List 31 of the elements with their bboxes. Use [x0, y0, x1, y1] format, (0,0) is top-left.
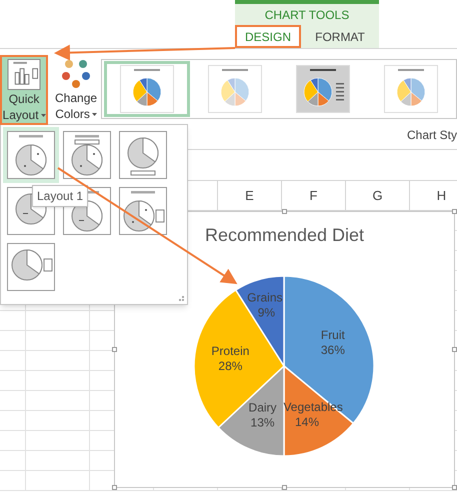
resize-handle[interactable] [452, 347, 457, 352]
column-header[interactable]: E [218, 181, 282, 210]
resize-handle[interactable] [452, 485, 457, 490]
data-label: Grains [247, 290, 282, 304]
resize-handle[interactable] [282, 209, 287, 214]
resize-handle[interactable] [282, 485, 287, 490]
data-label: Fruit [320, 328, 345, 342]
resize-handle[interactable] [452, 209, 457, 214]
data-label: 9% [258, 306, 276, 320]
ribbon-tab[interactable]: DESIGN [235, 25, 301, 48]
data-label: Dairy [248, 400, 277, 415]
data-label: 14% [294, 414, 319, 429]
caret-icon [40, 114, 46, 116]
layout-option[interactable] [3, 127, 59, 183]
caret-icon [92, 112, 97, 116]
ribbon-tab[interactable]: FORMAT [301, 25, 379, 48]
resize-handle[interactable] [112, 347, 117, 352]
quick-layout-button[interactable]: Quick Layout [0, 55, 48, 125]
data-label: 36% [320, 343, 345, 357]
data-label: 13% [250, 416, 275, 430]
chart-layout-icon [7, 59, 42, 90]
resize-handle[interactable] [112, 485, 117, 490]
data-label: 28% [218, 359, 242, 374]
chart-style-thumbnail[interactable] [104, 61, 190, 117]
chart-title: Recommended Diet [204, 224, 366, 247]
column-header[interactable]: G [346, 181, 410, 210]
resize-grip-icon[interactable] [179, 296, 184, 301]
data-label: Protein [211, 344, 250, 358]
change-colors-button[interactable]: Change Colors [52, 55, 100, 125]
group-label: Chart Sty [406, 126, 457, 144]
tab-group-title: CHART TOOLS [264, 6, 350, 24]
